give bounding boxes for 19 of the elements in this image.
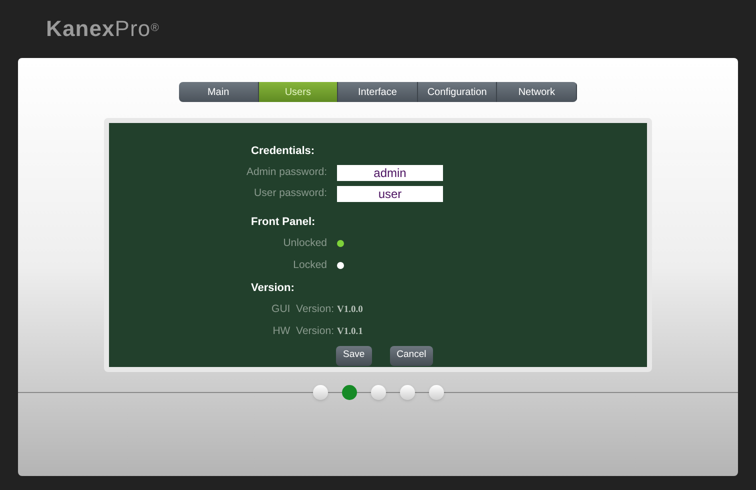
option-label: Locked [292,258,327,273]
version-label: GUI Version: [270,302,334,317]
field-label: Admin password: [245,164,327,180]
section-heading: Credentials: [251,144,316,159]
field-label: User password: [253,186,327,201]
cancel-button[interactable]: Cancel [390,346,434,366]
nav-tab[interactable]: Network [497,82,577,102]
nav-tab[interactable]: Interface [338,82,418,102]
section-heading: Version: [251,280,296,296]
logo: KanexPro$^{®}$ [46,15,160,43]
option-label: Unlocked [282,236,327,251]
version-value: V1.0.1 [337,326,363,338]
section-heading: Front Panel: [251,214,316,230]
password-field[interactable]: admin [337,164,443,180]
version-value: V1.0.0 [337,304,363,317]
nav-tab[interactable]: Configuration [418,82,498,102]
password-field[interactable]: user [337,186,443,202]
save-button[interactable]: Save [336,346,372,366]
version-label: HW Version: [272,324,334,339]
